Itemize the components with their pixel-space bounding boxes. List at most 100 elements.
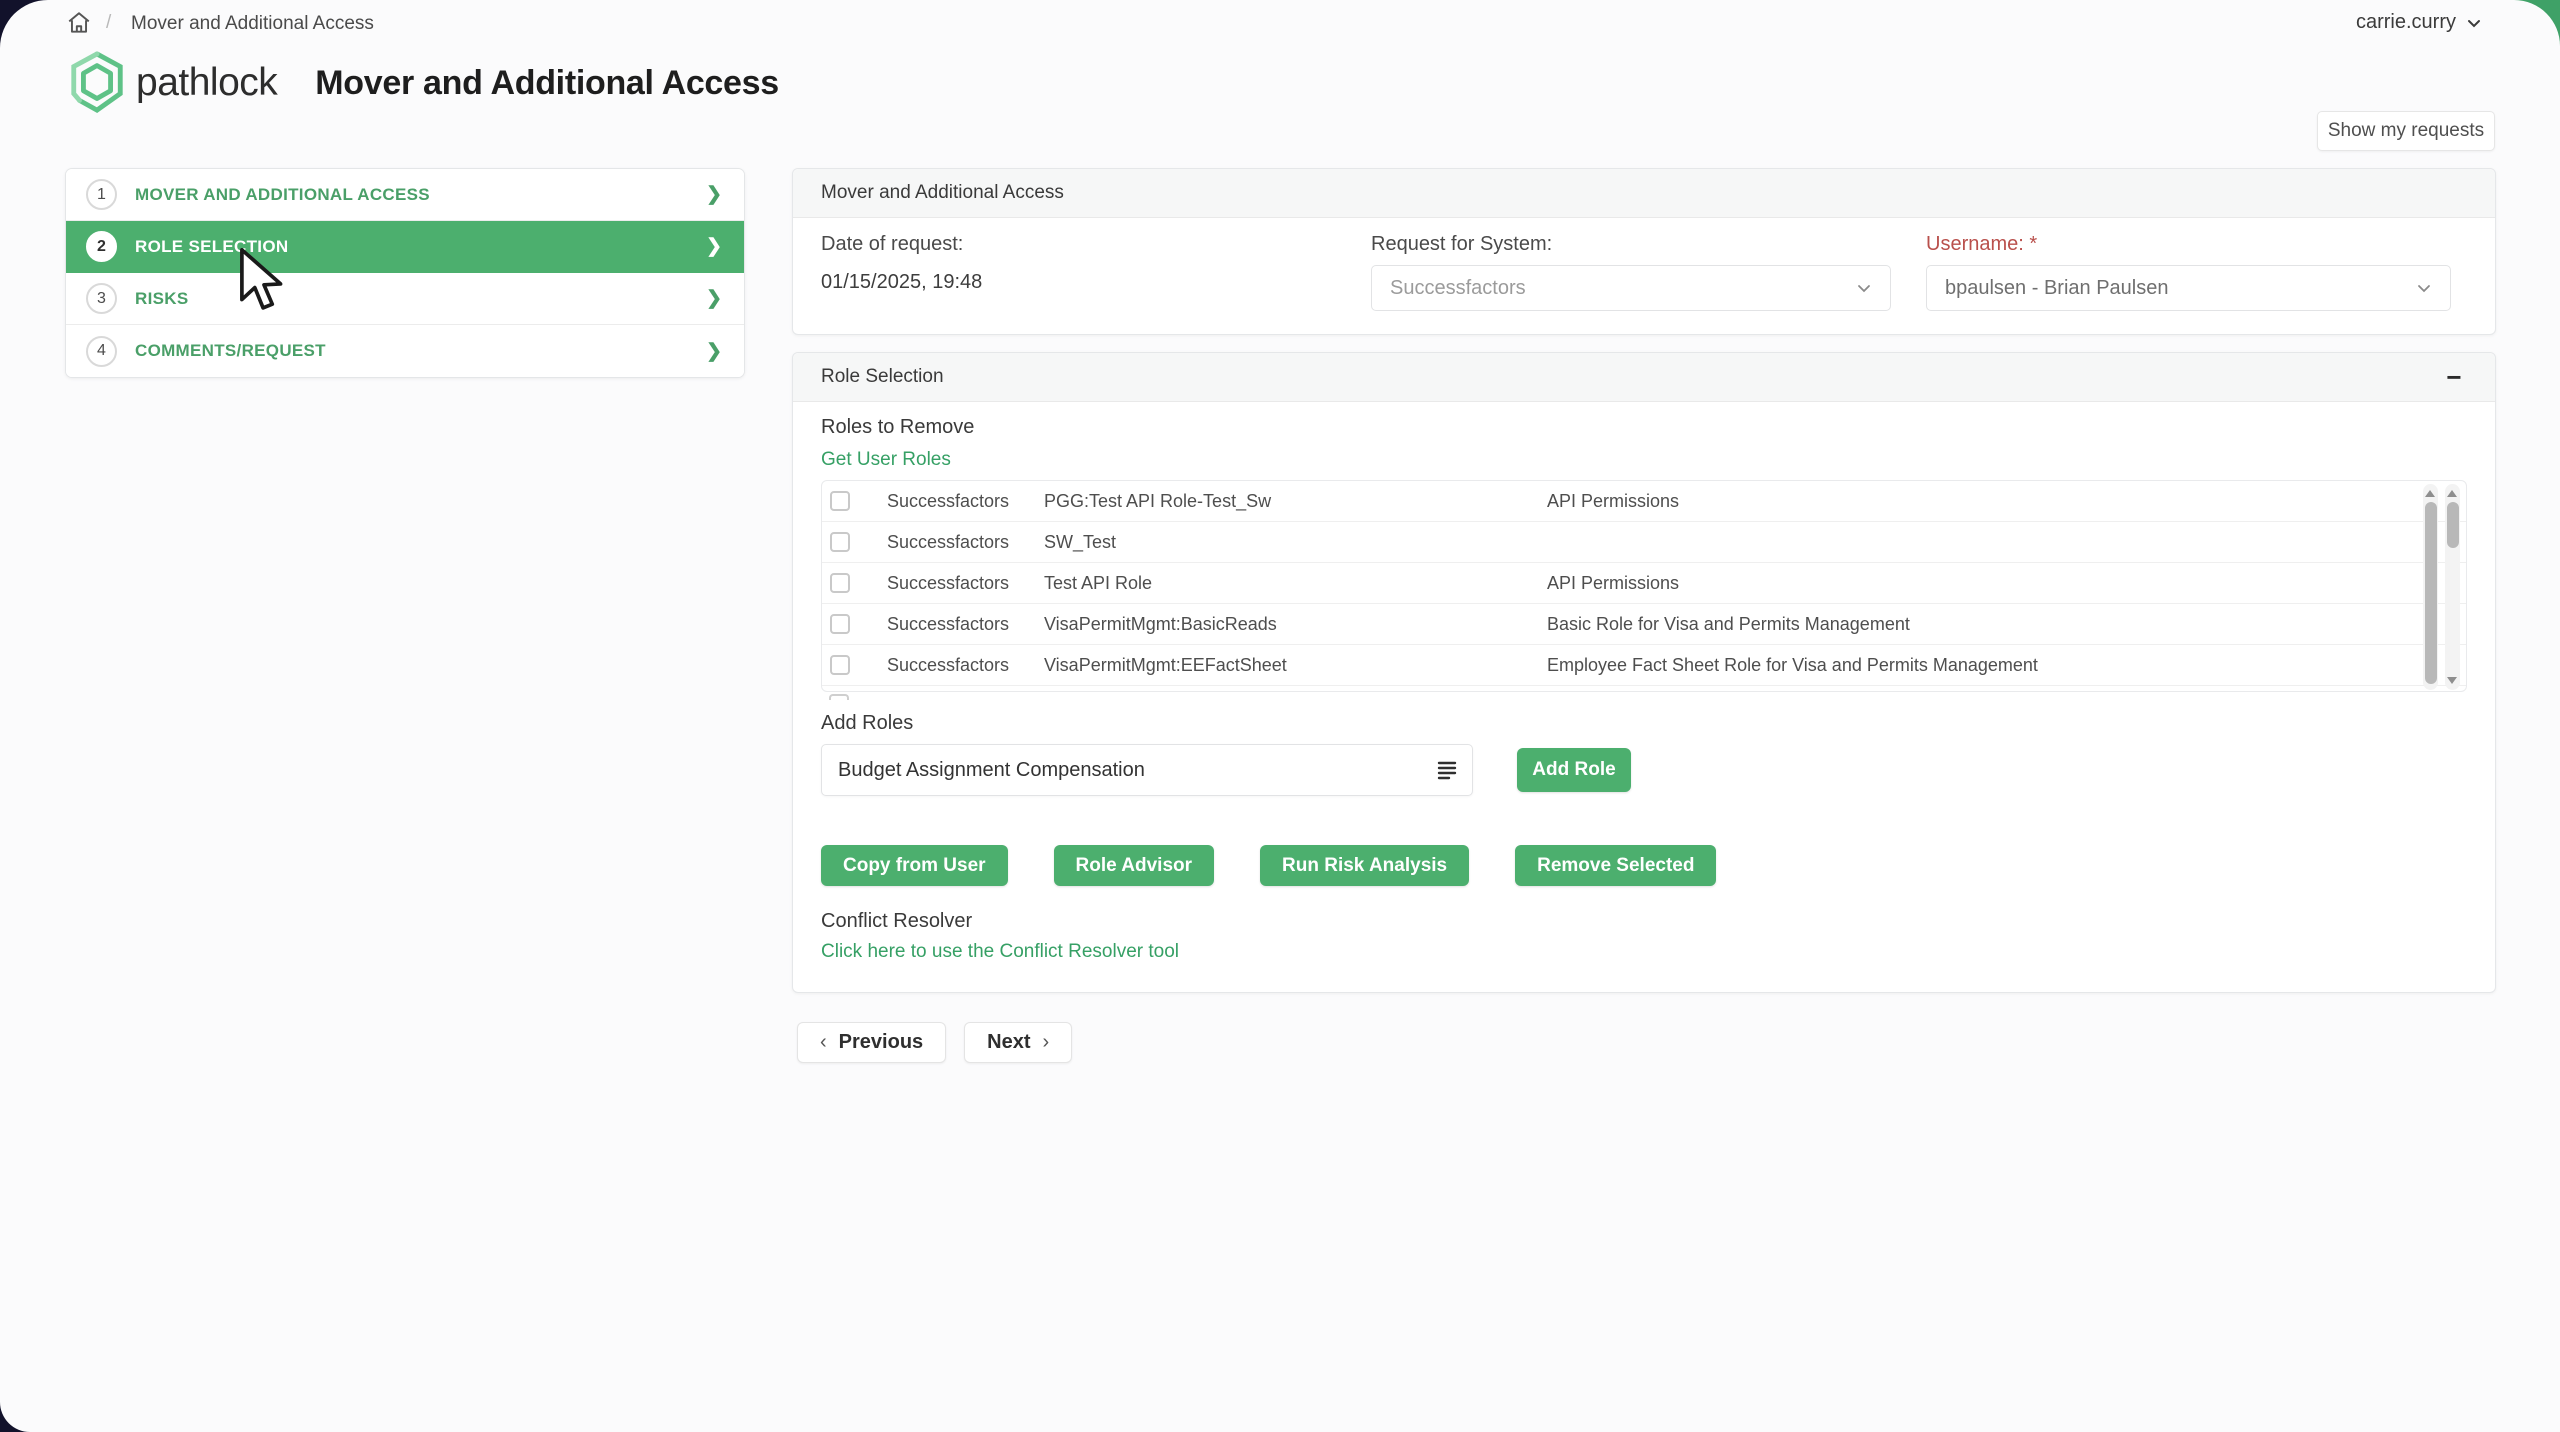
chevron-right-icon: ❯ [706, 183, 722, 206]
breadcrumb-separator: / [106, 12, 111, 34]
cell-role: PGG:Test API Role-Test_Sw [1044, 491, 1547, 512]
step-number: 3 [86, 283, 117, 314]
scrollbar-thumb[interactable] [2447, 502, 2459, 548]
chevron-down-icon [2416, 280, 2432, 296]
card-title: Role Selection [821, 366, 944, 388]
previous-button[interactable]: ‹ Previous [797, 1022, 946, 1063]
role-list-picker-icon[interactable] [1435, 758, 1459, 782]
request-info-card: Mover and Additional Access Date of requ… [792, 168, 2496, 335]
brand-wordmark: pathlock [136, 61, 277, 105]
cell-system: Successfactors [887, 532, 1044, 553]
username-select[interactable]: bpaulsen - Brian Paulsen [1926, 265, 2451, 311]
request-for-system-value: Successfactors [1390, 277, 1526, 300]
scroll-up-icon[interactable] [2425, 490, 2435, 497]
card-title: Mover and Additional Access [821, 182, 1064, 204]
chevron-right-icon: ❯ [706, 340, 722, 363]
request-for-system-select[interactable]: Successfactors [1371, 265, 1891, 311]
add-role-button[interactable]: Add Role [1517, 748, 1631, 792]
cell-description: Employee Fact Sheet Role for Visa and Pe… [1547, 655, 2038, 676]
collapse-minus-icon[interactable]: − [2441, 364, 2467, 390]
top-bar: / Mover and Additional Access carrie.cur… [0, 0, 2560, 46]
remove-selected-button[interactable]: Remove Selected [1515, 845, 1716, 886]
chevron-right-icon: › [1043, 1031, 1050, 1054]
role-checkbox[interactable] [830, 491, 850, 511]
role-selection-card-header: Role Selection − [793, 353, 2495, 402]
step-label: COMMENTS/REQUEST [135, 341, 326, 361]
step-role-selection[interactable]: 2 ROLE SELECTION ❯ [66, 221, 744, 273]
step-number: 4 [86, 336, 117, 367]
run-risk-analysis-button[interactable]: Run Risk Analysis [1260, 845, 1469, 886]
step-comments-request[interactable]: 4 COMMENTS/REQUEST ❯ [66, 325, 744, 377]
role-checkbox[interactable] [830, 655, 850, 675]
wizard-steps: 1 MOVER AND ADDITIONAL ACCESS ❯ 2 ROLE S… [65, 168, 745, 378]
date-of-request-value: 01/15/2025, 19:48 [821, 271, 982, 294]
scroll-up-icon[interactable] [2447, 490, 2457, 497]
get-user-roles-link[interactable]: Get User Roles [821, 448, 951, 472]
scrollbar-outer[interactable] [2445, 484, 2460, 690]
role-selection-body: Roles to Remove Get User Roles Successfa… [793, 402, 2495, 964]
scrollbar-inner[interactable] [2423, 484, 2438, 690]
username-group: Username: * bpaulsen - Brian Paulsen [1926, 233, 2451, 311]
page-title: Mover and Additional Access [315, 64, 779, 103]
cell-description: API Permissions [1547, 573, 1679, 594]
table-row[interactable]: Successfactors VisaPermitMgmt:EEFactShee… [822, 645, 2466, 686]
page: / Mover and Additional Access carrie.cur… [0, 0, 2560, 1432]
roles-to-remove-label: Roles to Remove [821, 414, 2467, 440]
cell-system: Successfactors [887, 614, 1044, 635]
step-mover-and-additional-access[interactable]: 1 MOVER AND ADDITIONAL ACCESS ❯ [66, 169, 744, 221]
previous-label: Previous [839, 1031, 923, 1054]
add-roles-row: Add Role [821, 744, 2467, 796]
wizard-footer-nav: ‹ Previous Next › [797, 1022, 1072, 1063]
request-info-card-header: Mover and Additional Access [793, 169, 2495, 218]
add-roles-label: Add Roles [821, 710, 2467, 736]
date-of-request-label: Date of request: [821, 233, 982, 256]
chevron-right-icon: ❯ [706, 235, 722, 258]
cell-description: API Permissions [1547, 491, 1679, 512]
username-value: bpaulsen - Brian Paulsen [1945, 277, 2168, 300]
role-checkbox[interactable] [830, 573, 850, 593]
step-number: 2 [86, 231, 117, 262]
next-button[interactable]: Next › [964, 1022, 1072, 1063]
cell-description: Basic Role for Visa and Permits Manageme… [1547, 614, 1910, 635]
table-row[interactable]: Successfactors PGG:Test API Role-Test_Sw… [822, 481, 2466, 522]
conflict-resolver-label: Conflict Resolver [821, 908, 2467, 934]
chevron-right-icon: ❯ [706, 287, 722, 310]
username-label: carrie.curry [2356, 11, 2456, 34]
next-label: Next [987, 1031, 1030, 1054]
user-menu[interactable]: carrie.curry [2356, 11, 2482, 34]
scroll-down-icon[interactable] [2447, 677, 2457, 684]
table-row[interactable]: Successfactors SW_Test [822, 522, 2466, 563]
add-role-input[interactable] [821, 744, 1473, 796]
chevron-left-icon: ‹ [820, 1031, 827, 1054]
step-label: MOVER AND ADDITIONAL ACCESS [135, 185, 430, 205]
roles-to-remove-table: Successfactors PGG:Test API Role-Test_Sw… [821, 480, 2467, 692]
copy-from-user-button[interactable]: Copy from User [821, 845, 1008, 886]
cell-system: Successfactors [887, 573, 1044, 594]
role-checkbox[interactable] [830, 614, 850, 634]
partial-row-checkbox [829, 694, 849, 700]
table-row[interactable]: Successfactors VisaPermitMgmt:BasicReads… [822, 604, 2466, 645]
request-for-system-label: Request for System: [1371, 233, 1891, 256]
pathlock-logo-icon [66, 50, 128, 116]
table-row[interactable]: Successfactors Test API Role API Permiss… [822, 563, 2466, 604]
role-advisor-button[interactable]: Role Advisor [1054, 845, 1215, 886]
role-checkbox[interactable] [830, 532, 850, 552]
scrollbar-thumb[interactable] [2425, 502, 2437, 684]
step-risks[interactable]: 3 RISKS ❯ [66, 273, 744, 325]
step-label: ROLE SELECTION [135, 237, 288, 257]
cell-role: Test API Role [1044, 573, 1547, 594]
chevron-down-icon [2466, 15, 2482, 31]
app-window: / Mover and Additional Access carrie.cur… [0, 0, 2560, 1432]
role-selection-card: Role Selection − Roles to Remove Get Use… [792, 352, 2496, 993]
breadcrumb[interactable]: Mover and Additional Access [131, 13, 374, 35]
role-action-buttons: Copy from User Role Advisor Run Risk Ana… [821, 845, 2467, 886]
brand-row: pathlock Mover and Additional Access [66, 50, 779, 116]
home-icon[interactable] [66, 10, 92, 36]
conflict-resolver-link[interactable]: Click here to use the Conflict Resolver … [821, 940, 1179, 964]
request-for-system-group: Request for System: Successfactors [1371, 233, 1891, 311]
step-label: RISKS [135, 289, 188, 309]
date-of-request-group: Date of request: 01/15/2025, 19:48 [821, 233, 982, 294]
chevron-down-icon [1856, 280, 1872, 296]
show-my-requests-button[interactable]: Show my requests [2317, 111, 2495, 151]
cell-system: Successfactors [887, 491, 1044, 512]
